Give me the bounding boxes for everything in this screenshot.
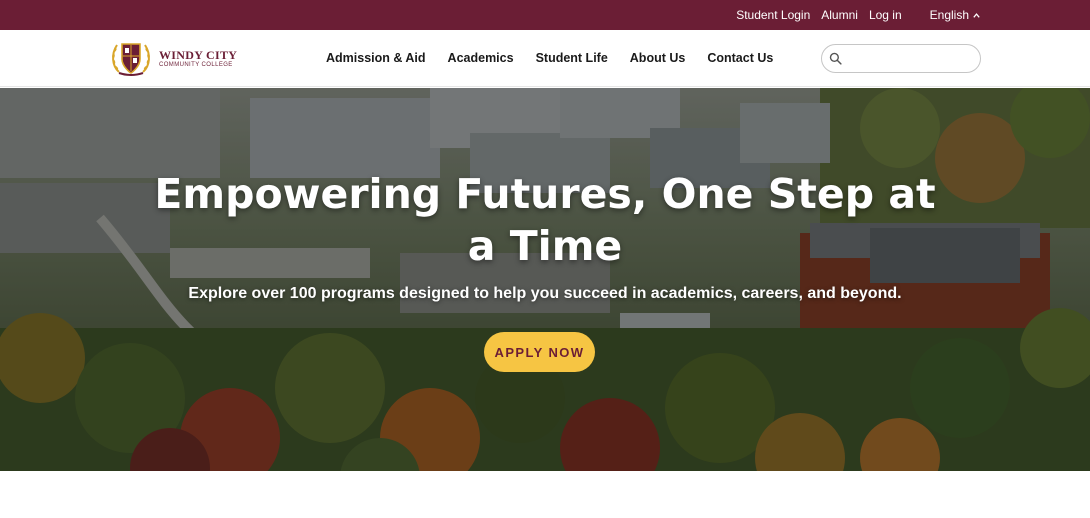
apply-now-button[interactable]: APPLY NOW: [484, 332, 595, 372]
search-icon: [829, 52, 842, 65]
log-in-link[interactable]: Log in: [869, 8, 902, 22]
college-crest-icon: [112, 43, 150, 76]
alumni-link[interactable]: Alumni: [821, 8, 858, 22]
logo-subtitle: COMMUNITY COLLEGE: [159, 61, 233, 68]
site-header: WINDY CITY COMMUNITY COLLEGE Admission &…: [0, 30, 1090, 87]
nav-item-academics[interactable]: Academics: [448, 51, 514, 65]
language-label: English: [929, 8, 969, 22]
hero-section: Empowering Futures, One Step at a Time E…: [0, 88, 1090, 471]
student-login-link[interactable]: Student Login: [736, 8, 810, 22]
language-selector[interactable]: English: [930, 8, 981, 22]
logo-text: WINDY CITY COMMUNITY COLLEGE: [159, 49, 237, 68]
hero-overlay: [0, 88, 1090, 471]
main-nav: Admission & Aid Academics Student Life A…: [326, 30, 773, 86]
nav-item-contact-us[interactable]: Contact Us: [707, 51, 773, 65]
utility-bar: Student Login Alumni Log in English: [0, 0, 1090, 30]
nav-item-admission-aid[interactable]: Admission & Aid: [326, 51, 426, 65]
logo-name: WINDY CITY: [159, 47, 238, 62]
search-box[interactable]: [821, 44, 981, 73]
chevron-up-icon: [973, 12, 980, 18]
hero-subtitle: Explore over 100 programs designed to he…: [188, 285, 902, 302]
hero-title: Empowering Futures, One Step at a Time: [154, 170, 936, 270]
search-input[interactable]: [846, 46, 972, 71]
utility-links: Student Login Alumni Log in English: [736, 0, 1090, 30]
college-logo[interactable]: WINDY CITY COMMUNITY COLLEGE: [109, 38, 237, 78]
nav-item-student-life[interactable]: Student Life: [536, 51, 608, 65]
nav-item-about-us[interactable]: About Us: [630, 51, 686, 65]
